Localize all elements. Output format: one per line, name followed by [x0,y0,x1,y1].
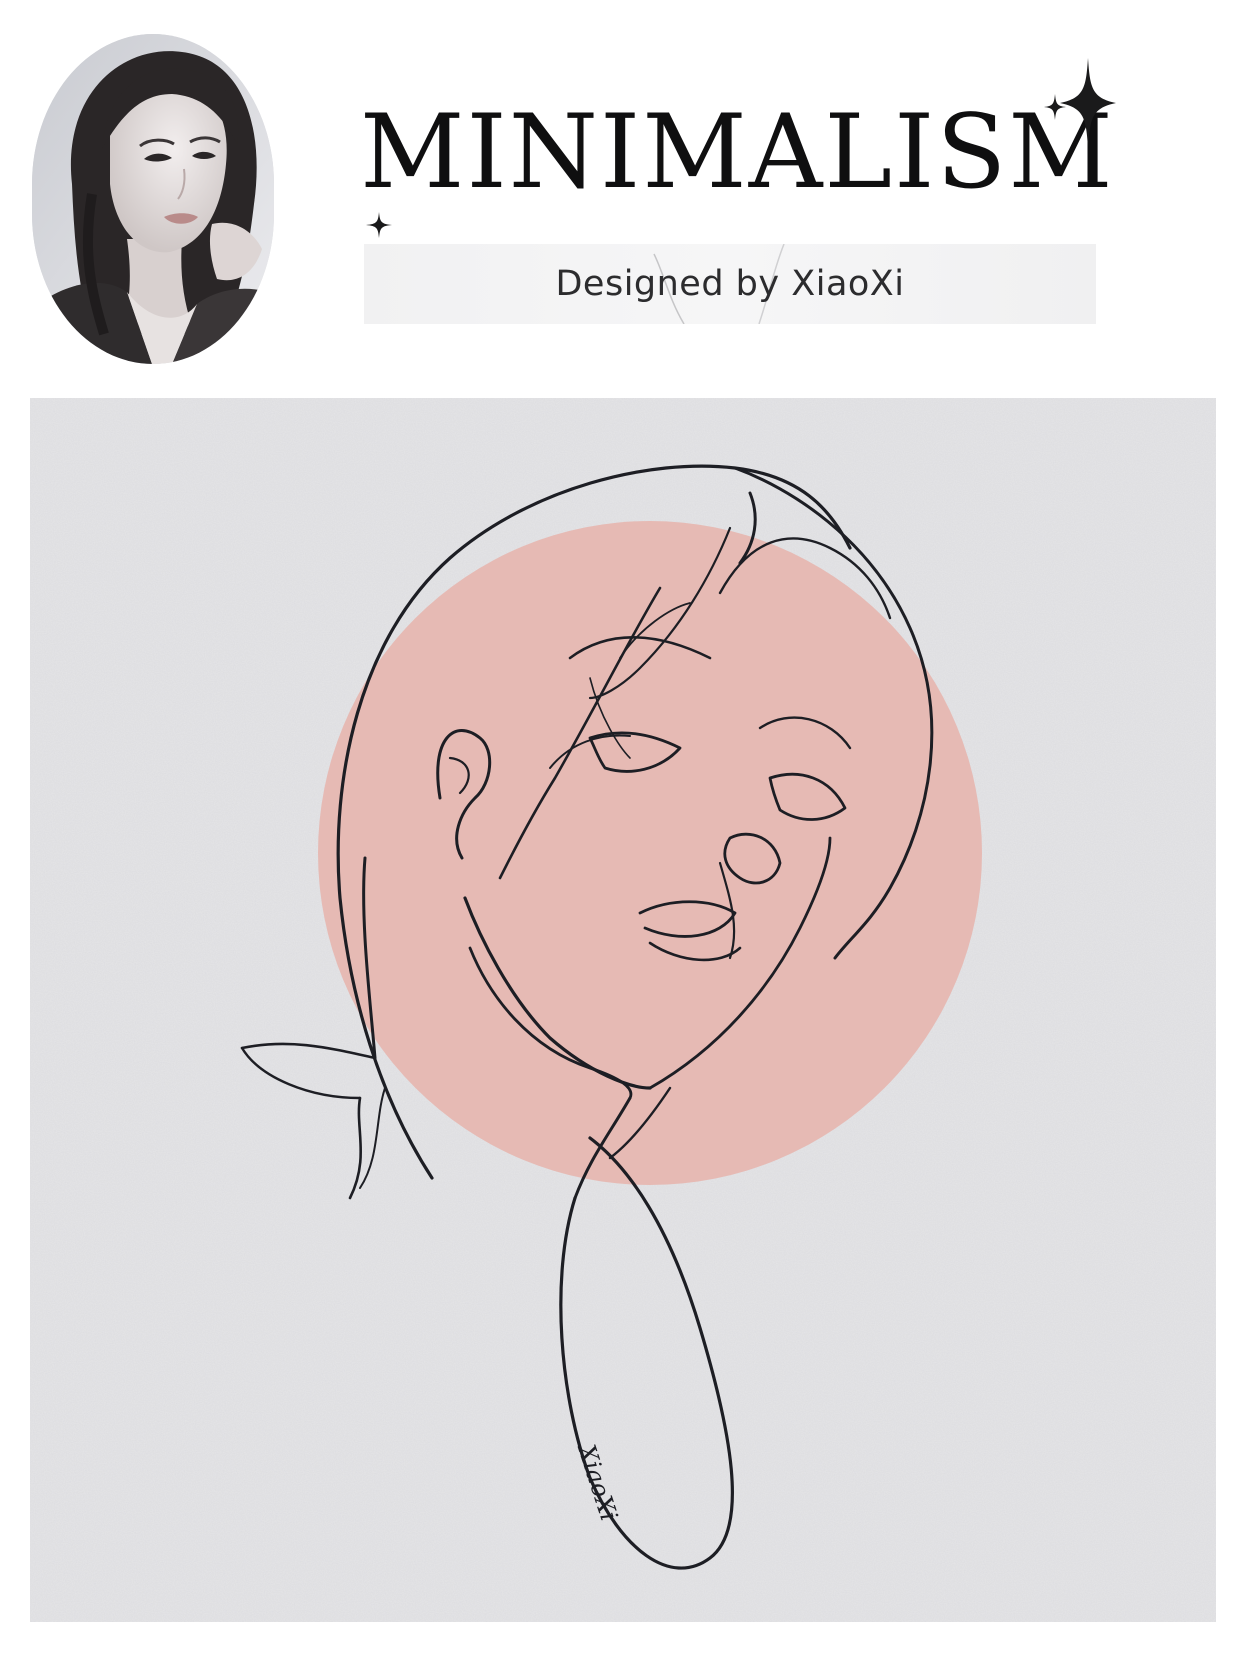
page-title: MINIMALISM [360,93,1115,212]
pink-circle [318,521,982,1185]
subtitle-banner: Designed by XiaoXi [364,244,1096,324]
avatar-portrait [32,34,274,364]
subtitle-text: Designed by XiaoXi [555,264,905,304]
sparkle-large-icon [1060,58,1116,148]
portrait-illustration [32,34,274,364]
sparkle-left-icon [366,212,392,238]
line-art-artwork: XiaoXi [30,398,1216,1622]
sparkle-small-icon [1044,94,1066,120]
line-art-drawing: XiaoXi [30,398,1216,1622]
